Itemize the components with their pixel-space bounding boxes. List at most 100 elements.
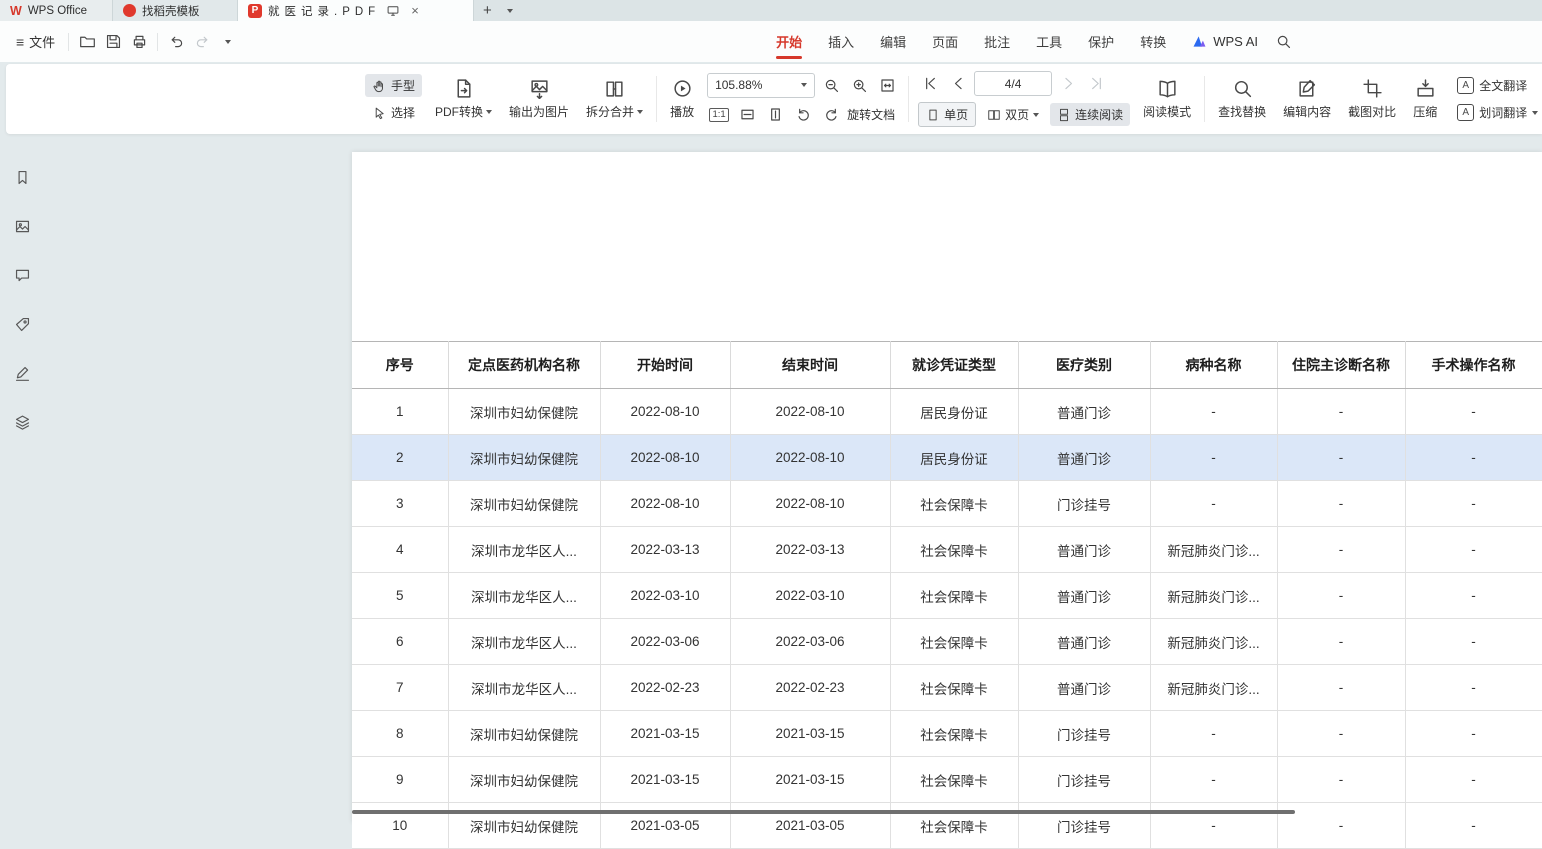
table-row: 9深圳市妇幼保健院2021-03-152021-03-15社会保障卡门诊挂号--… — [352, 757, 1542, 803]
table-cell: 2022-02-23 — [730, 665, 890, 711]
new-tab-button[interactable]: + — [474, 0, 501, 21]
layers-panel-button[interactable] — [8, 409, 36, 435]
pdf-file-icon: P — [248, 4, 262, 18]
table-cell: 深圳市龙华区人... — [448, 665, 600, 711]
fit-page-button[interactable] — [763, 104, 787, 126]
first-page-button[interactable] — [918, 73, 942, 95]
table-row: 2深圳市妇幼保健院2022-08-102022-08-10居民身份证普通门诊--… — [352, 435, 1542, 481]
open-file-button[interactable] — [74, 29, 100, 55]
next-page-button[interactable] — [1056, 73, 1080, 95]
tab-list-chevron-icon[interactable] — [501, 0, 519, 21]
rotate-right-button[interactable] — [819, 104, 843, 126]
last-page-icon — [1088, 75, 1105, 92]
redo-button[interactable] — [189, 29, 215, 55]
close-tab-icon[interactable]: × — [408, 3, 422, 18]
table-cell: 2021-03-15 — [730, 757, 890, 803]
page-number-input[interactable]: 4/4 — [974, 71, 1052, 96]
chevron-down-icon — [1532, 111, 1538, 115]
divider — [1204, 76, 1205, 122]
printer-icon — [131, 33, 148, 50]
rotate-right-icon — [823, 106, 840, 123]
tab-document[interactable]: P 就医记录.PDF × — [238, 0, 474, 21]
read-mode-button[interactable]: 阅读模式 — [1139, 76, 1195, 122]
table-cell: - — [1405, 711, 1542, 757]
rotate-doc-button[interactable]: 旋转文档 — [847, 106, 895, 123]
fit-window-button[interactable] — [875, 74, 899, 96]
table-cell: 普通门诊 — [1018, 527, 1150, 573]
single-page-button[interactable]: 单页 — [918, 102, 976, 127]
menu-tabs: 开始插入编辑页面批注工具保护转换 — [763, 21, 1179, 62]
table-cell: 2022-08-10 — [600, 435, 730, 481]
file-menu-button[interactable]: ≡ 文件 — [8, 28, 63, 55]
continuous-read-button[interactable]: 连续阅读 — [1050, 103, 1130, 126]
table-cell: 5 — [352, 573, 448, 619]
export-image-button[interactable]: 输出为图片 — [505, 76, 573, 122]
menu-search-button[interactable] — [1270, 29, 1296, 55]
monitor-icon[interactable] — [386, 4, 400, 18]
tab-docer[interactable]: 找稻壳模板 — [113, 0, 238, 21]
menu-tab-edit[interactable]: 编辑 — [867, 21, 919, 62]
zoom-level-select[interactable]: 105.88% — [707, 73, 815, 98]
wps-ai-button[interactable]: WPS AI — [1179, 21, 1270, 62]
zoom-out-button[interactable] — [819, 74, 843, 96]
last-page-button[interactable] — [1084, 73, 1108, 95]
menu-tab-page[interactable]: 页面 — [919, 21, 971, 62]
rotate-left-button[interactable] — [791, 104, 815, 126]
thumbnails-panel-button[interactable] — [8, 213, 36, 239]
table-cell: 社会保障卡 — [890, 665, 1018, 711]
table-cell: - — [1150, 389, 1277, 435]
menu-tab-tools[interactable]: 工具 — [1023, 21, 1075, 62]
tab-wps-office[interactable]: W WPS Office — [0, 0, 113, 21]
table-cell: 2022-03-13 — [730, 527, 890, 573]
bookmarks-panel-button[interactable] — [8, 164, 36, 190]
find-replace-button[interactable]: 查找替换 — [1214, 76, 1270, 122]
column-header: 定点医药机构名称 — [448, 342, 600, 389]
signature-panel-button[interactable] — [8, 360, 36, 386]
menu-tab-insert[interactable]: 插入 — [815, 21, 867, 62]
actual-size-button[interactable]: 1:1 — [707, 104, 731, 126]
compress-button[interactable]: 压缩 — [1409, 76, 1441, 122]
edit-content-button[interactable]: 编辑内容 — [1279, 76, 1335, 122]
zoom-in-button[interactable] — [847, 74, 871, 96]
table-cell: - — [1277, 435, 1405, 481]
undo-button[interactable] — [163, 29, 189, 55]
undo-history-chevron-icon[interactable] — [215, 29, 241, 55]
print-button[interactable] — [126, 29, 152, 55]
ribbon-toolbar: 手型 选择 PDF转换 输出为图片 拆分合并 播放 — [6, 64, 1542, 134]
table-row: 1深圳市妇幼保健院2022-08-102022-08-10居民身份证普通门诊--… — [352, 389, 1542, 435]
column-header: 手术操作名称 — [1405, 342, 1542, 389]
full-translate-button[interactable]: A 全文翻译 — [1450, 74, 1542, 97]
prev-page-button[interactable] — [946, 73, 970, 95]
menu-tab-home[interactable]: 开始 — [763, 21, 815, 62]
pdf-page[interactable]: 序号定点医药机构名称开始时间结束时间就诊凭证类型医疗类别病种名称住院主诊断名称手… — [352, 152, 1542, 822]
menu-tab-protect[interactable]: 保护 — [1075, 21, 1127, 62]
bookmark-icon — [14, 169, 31, 186]
image-icon — [14, 218, 31, 235]
table-cell: 深圳市妇幼保健院 — [448, 481, 600, 527]
redo-icon — [194, 33, 211, 50]
find-replace-label: 查找替换 — [1218, 103, 1266, 120]
word-translate-button[interactable]: A 划词翻译 — [1450, 101, 1542, 124]
select-tool-button[interactable]: 选择 — [365, 101, 422, 124]
double-page-button[interactable]: 双页 — [980, 103, 1046, 126]
comments-panel-button[interactable] — [8, 262, 36, 288]
horizontal-scrollbar[interactable] — [352, 810, 1295, 814]
rotate-left-icon — [795, 106, 812, 123]
table-cell: - — [1150, 435, 1277, 481]
menu-tab-comment[interactable]: 批注 — [971, 21, 1023, 62]
hand-tool-button[interactable]: 手型 — [365, 74, 422, 97]
attachments-panel-button[interactable] — [8, 311, 36, 337]
pdf-convert-button[interactable]: PDF转换 — [431, 76, 496, 122]
menu-tab-convert[interactable]: 转换 — [1127, 21, 1179, 62]
save-button[interactable] — [100, 29, 126, 55]
fit-width-button[interactable] — [735, 104, 759, 126]
table-cell: 门诊挂号 — [1018, 711, 1150, 757]
split-merge-button[interactable]: 拆分合并 — [582, 76, 647, 122]
play-button[interactable]: 播放 — [666, 76, 698, 122]
chevron-down-icon — [801, 83, 807, 87]
screenshot-compare-button[interactable]: 截图对比 — [1344, 76, 1400, 122]
zoom-in-icon — [851, 77, 868, 94]
fit-width-icon — [739, 106, 756, 123]
docer-icon — [123, 4, 136, 17]
table-cell: 2022-02-23 — [600, 665, 730, 711]
